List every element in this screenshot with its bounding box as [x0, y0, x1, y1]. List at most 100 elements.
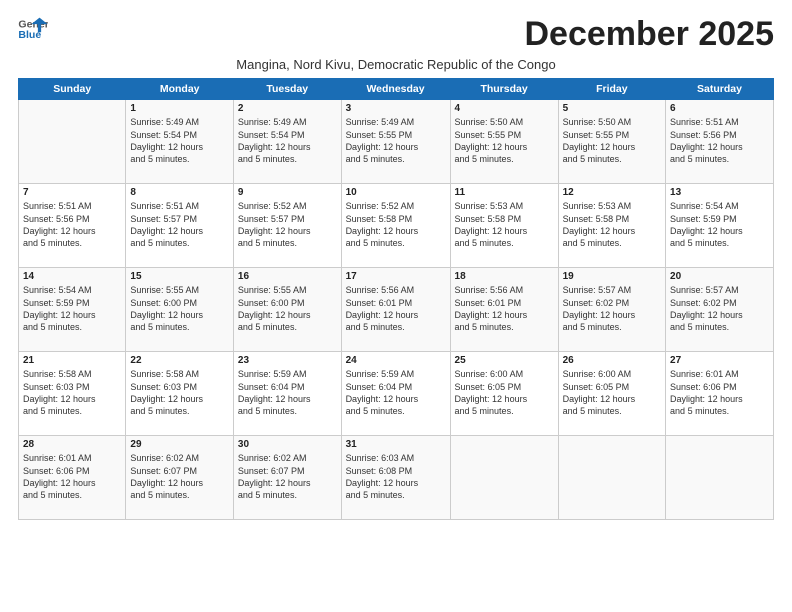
- calendar-cell: 30 Sunrise: 6:02 AMSunset: 6:07 PMDayligh…: [233, 436, 341, 520]
- day-info: Sunrise: 5:51 AMSunset: 5:56 PMDaylight:…: [23, 200, 121, 249]
- day-number: 19: [563, 271, 661, 282]
- day-info: Sunrise: 5:51 AMSunset: 5:57 PMDaylight:…: [130, 200, 228, 249]
- day-info: Sunrise: 5:52 AMSunset: 5:57 PMDaylight:…: [238, 200, 337, 249]
- day-header-thursday: Thursday: [450, 79, 558, 100]
- calendar-cell: [19, 100, 126, 184]
- day-header-wednesday: Wednesday: [341, 79, 450, 100]
- day-number: 27: [670, 355, 769, 366]
- day-number: 28: [23, 439, 121, 450]
- month-title: December 2025: [524, 16, 774, 53]
- day-number: 20: [670, 271, 769, 282]
- day-number: 5: [563, 103, 661, 114]
- title-block: December 2025: [524, 16, 774, 53]
- day-info: Sunrise: 5:55 AMSunset: 6:00 PMDaylight:…: [130, 284, 228, 333]
- day-number: 8: [130, 187, 228, 198]
- day-info: Sunrise: 5:53 AMSunset: 5:58 PMDaylight:…: [563, 200, 661, 249]
- day-number: 6: [670, 103, 769, 114]
- day-info: Sunrise: 6:01 AMSunset: 6:06 PMDaylight:…: [23, 452, 121, 501]
- day-number: 29: [130, 439, 228, 450]
- week-row-1: 1Sunrise: 5:49 AMSunset: 5:54 PMDaylight…: [19, 100, 774, 184]
- day-number: 25: [455, 355, 554, 366]
- calendar-cell: 20 Sunrise: 5:57 AMSunset: 6:02 PMDayligh…: [666, 268, 774, 352]
- calendar-cell: 21 Sunrise: 5:58 AMSunset: 6:03 PMDayligh…: [19, 352, 126, 436]
- calendar-cell: 25Sunrise: 6:00 AMSunset: 6:05 PMDayligh…: [450, 352, 558, 436]
- day-header-sunday: Sunday: [19, 79, 126, 100]
- calendar-cell: 22 Sunrise: 5:58 AMSunset: 6:03 PMDayligh…: [126, 352, 233, 436]
- day-number: 3: [346, 103, 446, 114]
- calendar-cell: 8 Sunrise: 5:51 AMSunset: 5:57 PMDaylight…: [126, 184, 233, 268]
- calendar-cell: 24 Sunrise: 5:59 AMSunset: 6:04 PMDayligh…: [341, 352, 450, 436]
- day-header-monday: Monday: [126, 79, 233, 100]
- day-info: Sunrise: 5:52 AMSunset: 5:58 PMDaylight:…: [346, 200, 446, 249]
- day-info: Sunrise: 5:56 AMSunset: 6:01 PMDaylight:…: [455, 284, 554, 333]
- calendar-cell: 3Sunrise: 5:49 AMSunset: 5:55 PMDaylight…: [341, 100, 450, 184]
- day-number: 10: [346, 187, 446, 198]
- calendar-cell: 5Sunrise: 5:50 AMSunset: 5:55 PMDaylight…: [558, 100, 665, 184]
- calendar-cell: [558, 436, 665, 520]
- day-number: 7: [23, 187, 121, 198]
- day-number: 23: [238, 355, 337, 366]
- day-info: Sunrise: 6:03 AMSunset: 6:08 PMDaylight:…: [346, 452, 446, 501]
- day-header-saturday: Saturday: [666, 79, 774, 100]
- day-info: Sunrise: 5:49 AMSunset: 5:54 PMDaylight:…: [130, 116, 228, 165]
- calendar-cell: 26Sunrise: 6:00 AMSunset: 6:05 PMDayligh…: [558, 352, 665, 436]
- day-info: Sunrise: 5:59 AMSunset: 6:04 PMDaylight:…: [238, 368, 337, 417]
- day-number: 22: [130, 355, 228, 366]
- header: General Blue December 2025: [18, 16, 774, 53]
- day-info: Sunrise: 5:53 AMSunset: 5:58 PMDaylight:…: [455, 200, 554, 249]
- calendar-cell: [450, 436, 558, 520]
- day-info: Sunrise: 5:54 AMSunset: 5:59 PMDaylight:…: [23, 284, 121, 333]
- day-info: Sunrise: 5:59 AMSunset: 6:04 PMDaylight:…: [346, 368, 446, 417]
- calendar-cell: [666, 436, 774, 520]
- subtitle: Mangina, Nord Kivu, Democratic Republic …: [18, 57, 774, 72]
- calendar-cell: 9 Sunrise: 5:52 AMSunset: 5:57 PMDaylight…: [233, 184, 341, 268]
- calendar-cell: 19 Sunrise: 5:57 AMSunset: 6:02 PMDayligh…: [558, 268, 665, 352]
- calendar-table: SundayMondayTuesdayWednesdayThursdayFrid…: [18, 78, 774, 520]
- day-info: Sunrise: 5:58 AMSunset: 6:03 PMDaylight:…: [23, 368, 121, 417]
- day-number: 2: [238, 103, 337, 114]
- calendar-cell: 13 Sunrise: 5:54 AMSunset: 5:59 PMDayligh…: [666, 184, 774, 268]
- day-info: Sunrise: 5:55 AMSunset: 6:00 PMDaylight:…: [238, 284, 337, 333]
- day-number: 18: [455, 271, 554, 282]
- calendar-cell: 1Sunrise: 5:49 AMSunset: 5:54 PMDaylight…: [126, 100, 233, 184]
- calendar-cell: 2Sunrise: 5:49 AMSunset: 5:54 PMDaylight…: [233, 100, 341, 184]
- calendar-cell: 23 Sunrise: 5:59 AMSunset: 6:04 PMDayligh…: [233, 352, 341, 436]
- day-number: 30: [238, 439, 337, 450]
- day-number: 31: [346, 439, 446, 450]
- logo: General Blue: [18, 16, 48, 42]
- calendar-cell: 14 Sunrise: 5:54 AMSunset: 5:59 PMDayligh…: [19, 268, 126, 352]
- day-number: 26: [563, 355, 661, 366]
- calendar-cell: 16 Sunrise: 5:55 AMSunset: 6:00 PMDayligh…: [233, 268, 341, 352]
- calendar-cell: 29Sunrise: 6:02 AMSunset: 6:07 PMDayligh…: [126, 436, 233, 520]
- calendar-cell: 18 Sunrise: 5:56 AMSunset: 6:01 PMDayligh…: [450, 268, 558, 352]
- week-row-4: 21 Sunrise: 5:58 AMSunset: 6:03 PMDayligh…: [19, 352, 774, 436]
- day-info: Sunrise: 5:57 AMSunset: 6:02 PMDaylight:…: [563, 284, 661, 333]
- calendar-cell: 7 Sunrise: 5:51 AMSunset: 5:56 PMDaylight…: [19, 184, 126, 268]
- day-number: 21: [23, 355, 121, 366]
- day-number: 24: [346, 355, 446, 366]
- day-number: 16: [238, 271, 337, 282]
- day-number: 13: [670, 187, 769, 198]
- calendar-cell: 31 Sunrise: 6:03 AMSunset: 6:08 PMDayligh…: [341, 436, 450, 520]
- day-info: Sunrise: 5:54 AMSunset: 5:59 PMDaylight:…: [670, 200, 769, 249]
- day-number: 17: [346, 271, 446, 282]
- day-number: 14: [23, 271, 121, 282]
- day-number: 11: [455, 187, 554, 198]
- day-header-friday: Friday: [558, 79, 665, 100]
- week-row-3: 14 Sunrise: 5:54 AMSunset: 5:59 PMDayligh…: [19, 268, 774, 352]
- logo-icon: General Blue: [18, 16, 48, 42]
- week-row-5: 28 Sunrise: 6:01 AMSunset: 6:06 PMDayligh…: [19, 436, 774, 520]
- day-number: 9: [238, 187, 337, 198]
- calendar-cell: 6Sunrise: 5:51 AMSunset: 5:56 PMDaylight…: [666, 100, 774, 184]
- calendar-cell: 12 Sunrise: 5:53 AMSunset: 5:58 PMDayligh…: [558, 184, 665, 268]
- day-info: Sunrise: 5:57 AMSunset: 6:02 PMDaylight:…: [670, 284, 769, 333]
- calendar-cell: 15Sunrise: 5:55 AMSunset: 6:00 PMDayligh…: [126, 268, 233, 352]
- day-info: Sunrise: 5:58 AMSunset: 6:03 PMDaylight:…: [130, 368, 228, 417]
- day-info: Sunrise: 6:02 AMSunset: 6:07 PMDaylight:…: [238, 452, 337, 501]
- day-number: 12: [563, 187, 661, 198]
- calendar-cell: 17Sunrise: 5:56 AMSunset: 6:01 PMDayligh…: [341, 268, 450, 352]
- calendar-cell: 4Sunrise: 5:50 AMSunset: 5:55 PMDaylight…: [450, 100, 558, 184]
- page: General Blue December 2025 Mangina, Nord…: [0, 0, 792, 612]
- header-row: SundayMondayTuesdayWednesdayThursdayFrid…: [19, 79, 774, 100]
- day-info: Sunrise: 6:01 AMSunset: 6:06 PMDaylight:…: [670, 368, 769, 417]
